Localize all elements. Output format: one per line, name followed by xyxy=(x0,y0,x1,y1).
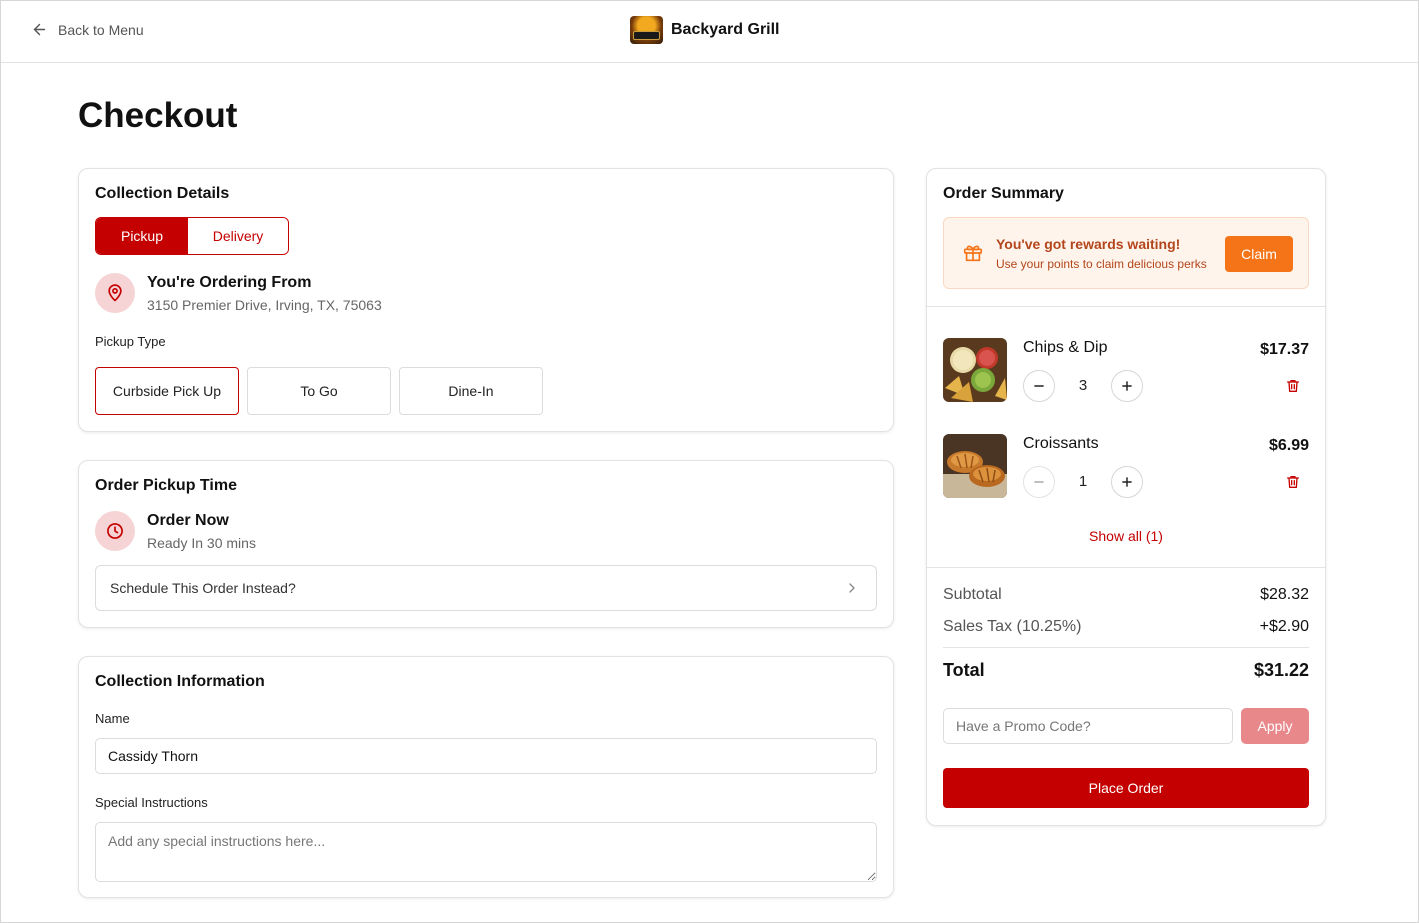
item-name: Chips & Dip xyxy=(1023,339,1108,356)
name-input[interactable] xyxy=(95,738,877,774)
location-pin-badge xyxy=(95,273,135,313)
collection-info-title: Collection Information xyxy=(95,673,265,690)
brand-logo xyxy=(630,16,663,44)
schedule-order-label: Schedule This Order Instead? xyxy=(110,580,296,596)
pickup-mode-button[interactable]: Pickup xyxy=(96,218,188,254)
clock-badge xyxy=(95,511,135,551)
subtotal-label: Subtotal xyxy=(943,586,1002,603)
total-label: Total xyxy=(943,660,985,680)
brand: Backyard Grill xyxy=(630,16,780,44)
back-to-menu-link[interactable]: Back to Menu xyxy=(31,21,144,38)
claim-button[interactable]: Claim xyxy=(1225,236,1293,272)
back-to-menu-label: Back to Menu xyxy=(58,21,144,38)
gift-icon xyxy=(963,245,983,262)
schedule-order-button[interactable]: Schedule This Order Instead? xyxy=(95,565,877,611)
page-title: Checkout xyxy=(78,96,238,135)
minus-icon xyxy=(1034,481,1044,483)
clock-icon xyxy=(107,523,123,539)
item-name: Croissants xyxy=(1023,435,1099,452)
pickup-type-curbside[interactable]: Curbside Pick Up xyxy=(95,367,239,415)
total-value: $31.22 xyxy=(1253,660,1309,680)
rewards-title: You've got rewards waiting! xyxy=(996,236,1181,252)
special-instructions-label: Special Instructions xyxy=(95,795,208,810)
item-price: $6.99 xyxy=(1268,437,1309,454)
decrease-quantity-button[interactable] xyxy=(1023,370,1055,402)
pickup-time-title: Order Pickup Time xyxy=(95,477,237,494)
collection-mode-toggle: Pickup Delivery xyxy=(95,217,289,255)
decrease-quantity-button[interactable] xyxy=(1023,466,1055,498)
order-now-title: Order Now xyxy=(147,512,229,529)
croissants-image xyxy=(943,434,1007,498)
pickup-time-card: Order Pickup Time Order Now Ready In 30 … xyxy=(78,460,894,628)
top-bar: Back to Menu Backyard Grill xyxy=(1,1,1418,63)
place-order-button[interactable]: Place Order xyxy=(943,768,1309,808)
tax-value: +$2.90 xyxy=(1259,618,1309,635)
divider xyxy=(927,567,1325,568)
arrow-left-icon xyxy=(33,23,46,36)
collection-info-card: Collection Information Name Special Inst… xyxy=(78,656,894,898)
location-pin-icon xyxy=(108,284,122,302)
item-quantity: 3 xyxy=(1078,377,1088,394)
brand-name: Backyard Grill xyxy=(671,21,780,38)
pickup-type-label: Pickup Type xyxy=(95,334,166,349)
chevron-right-icon xyxy=(849,583,855,593)
item-quantity: 1 xyxy=(1078,473,1088,490)
pickup-type-dine-in[interactable]: Dine-In xyxy=(399,367,543,415)
minus-icon xyxy=(1034,385,1044,387)
rewards-subtitle: Use your points to claim delicious perks xyxy=(996,257,1207,271)
increase-quantity-button[interactable] xyxy=(1111,370,1143,402)
promo-code-input[interactable] xyxy=(943,708,1233,744)
item-price: $17.37 xyxy=(1260,341,1309,358)
show-all-items-link[interactable]: Show all (1) xyxy=(927,528,1325,544)
tax-label: Sales Tax (10.25%) xyxy=(943,618,1082,635)
rewards-banner: You've got rewards waiting! Use your poi… xyxy=(943,217,1309,289)
trash-icon[interactable] xyxy=(1285,474,1301,490)
collection-details-title: Collection Details xyxy=(95,185,230,202)
chips-and-dip-image xyxy=(943,338,1007,402)
subtotal-value: $28.32 xyxy=(1260,586,1309,603)
special-instructions-input[interactable] xyxy=(95,822,877,882)
trash-icon[interactable] xyxy=(1285,378,1301,394)
delivery-mode-button[interactable]: Delivery xyxy=(188,218,288,254)
order-summary-card: Order Summary You've got rewards waiting… xyxy=(926,168,1326,826)
divider xyxy=(927,306,1325,307)
collection-details-card: Collection Details Pickup Delivery You'r… xyxy=(78,168,894,432)
plus-icon xyxy=(1122,381,1132,391)
plus-icon xyxy=(1122,477,1132,487)
increase-quantity-button[interactable] xyxy=(1111,466,1143,498)
divider xyxy=(943,647,1309,648)
order-summary-title: Order Summary xyxy=(943,185,1064,202)
apply-promo-button[interactable]: Apply xyxy=(1241,708,1309,744)
pickup-type-to-go[interactable]: To Go xyxy=(247,367,391,415)
ordering-from-title: You're Ordering From xyxy=(147,274,312,291)
store-address: 3150 Premier Drive, Irving, TX, 75063 xyxy=(147,297,382,313)
ready-time-text: Ready In 30 mins xyxy=(147,535,256,551)
name-label: Name xyxy=(95,711,130,726)
